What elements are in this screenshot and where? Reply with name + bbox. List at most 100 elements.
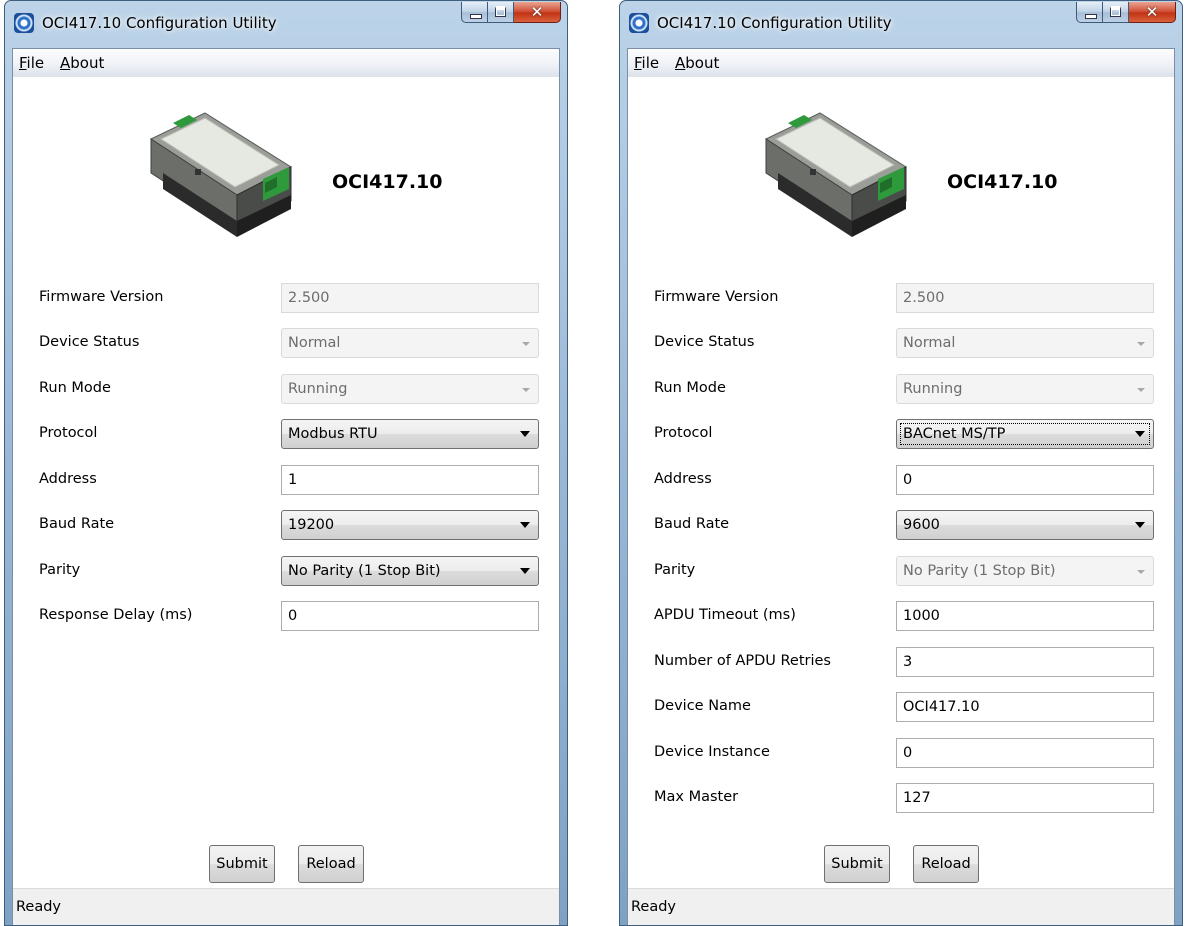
reload-button[interactable]: Reload	[298, 845, 364, 883]
device-image	[764, 112, 908, 237]
chevron-down-icon	[1135, 522, 1145, 528]
chevron-down-icon	[520, 431, 530, 437]
label-device-status: Device Status	[39, 334, 140, 350]
label-parity: Parity	[39, 562, 81, 578]
parity-value: No Parity (1 Stop Bit)	[903, 563, 1056, 579]
submit-button[interactable]: Submit	[824, 845, 890, 883]
menu-about[interactable]: About	[675, 54, 719, 72]
firmware-version-field: 2.500	[896, 283, 1154, 313]
label-device-name: Device Name	[654, 698, 751, 714]
label-address: Address	[39, 471, 97, 487]
close-icon: ✕	[530, 3, 544, 21]
window-title: OCI417.10 Configuration Utility	[42, 14, 277, 32]
baud-rate-select[interactable]: 9600	[896, 510, 1154, 540]
device-status-value: Normal	[903, 335, 956, 351]
client-area: File About OCI417.10 Firmware Version 2.…	[12, 48, 560, 925]
label-run-mode: Run Mode	[39, 380, 111, 396]
menu-about[interactable]: About	[60, 54, 104, 72]
label-run-mode: Run Mode	[654, 380, 726, 396]
submit-button[interactable]: Submit	[209, 845, 275, 883]
device-title: OCI417.10	[947, 171, 1058, 193]
reload-button[interactable]: Reload	[913, 845, 979, 883]
close-button[interactable]: ✕	[1129, 2, 1176, 23]
protocol-value: Modbus RTU	[288, 426, 378, 442]
config-window-modbus: OCI417.10 Configuration Utility ✕ File A…	[4, 0, 568, 926]
status-text: Ready	[16, 899, 62, 915]
baud-rate-select[interactable]: 19200	[281, 510, 539, 540]
client-area: File About OCI417.10 Firmware Version 2.…	[627, 48, 1175, 925]
label-baud-rate: Baud Rate	[39, 516, 115, 532]
protocol-value: BACnet MS/TP	[903, 426, 1006, 442]
menu-bar: File About	[628, 49, 1174, 77]
protocol-select[interactable]: Modbus RTU	[281, 419, 539, 449]
close-button[interactable]: ✕	[514, 2, 561, 23]
label-response-delay: Response Delay (ms)	[39, 607, 193, 623]
label-protocol: Protocol	[654, 425, 713, 441]
caption-buttons: ✕	[1076, 2, 1176, 24]
device-status-value: Normal	[288, 335, 341, 351]
title-bar[interactable]: OCI417.10 Configuration Utility ✕	[5, 1, 567, 47]
label-parity: Parity	[654, 562, 696, 578]
config-window-bacnet: OCI417.10 Configuration Utility ✕ File A…	[619, 0, 1183, 926]
status-bar: Ready	[628, 888, 1174, 925]
chevron-down-icon	[1137, 388, 1145, 392]
status-text: Ready	[631, 899, 677, 915]
chevron-down-icon	[1137, 342, 1145, 346]
device-status-select: Normal	[281, 328, 539, 358]
label-device-instance: Device Instance	[654, 744, 770, 760]
device-title: OCI417.10	[332, 171, 443, 193]
app-icon	[629, 13, 649, 33]
menu-file[interactable]: File	[19, 54, 44, 72]
label-baud-rate: Baud Rate	[654, 516, 730, 532]
menu-file[interactable]: File	[634, 54, 659, 72]
label-firmware-version: Firmware Version	[654, 289, 779, 305]
maximize-icon	[495, 6, 506, 17]
address-input[interactable]: 0	[896, 465, 1154, 495]
label-protocol: Protocol	[39, 425, 98, 441]
baud-rate-value: 19200	[288, 517, 335, 533]
parity-value: No Parity (1 Stop Bit)	[288, 563, 441, 579]
parity-select[interactable]: No Parity (1 Stop Bit)	[281, 556, 539, 586]
device-instance-input[interactable]: 0	[896, 738, 1154, 768]
label-max-master: Max Master	[654, 789, 739, 805]
title-bar[interactable]: OCI417.10 Configuration Utility ✕	[620, 1, 1182, 47]
baud-rate-value: 9600	[903, 517, 940, 533]
run-mode-select: Running	[896, 374, 1154, 404]
chevron-down-icon	[520, 522, 530, 528]
chevron-down-icon	[520, 568, 530, 574]
device-name-input[interactable]: OCI417.10	[896, 692, 1154, 722]
chevron-down-icon	[522, 388, 530, 392]
minimize-button[interactable]	[461, 2, 488, 23]
maximize-icon	[1110, 6, 1121, 17]
label-apdu-timeout: APDU Timeout (ms)	[654, 607, 796, 623]
close-icon: ✕	[1145, 3, 1159, 21]
device-status-select: Normal	[896, 328, 1154, 358]
apdu-retries-input[interactable]: 3	[896, 647, 1154, 677]
maximize-button[interactable]	[1103, 2, 1129, 23]
run-mode-select: Running	[281, 374, 539, 404]
parity-select: No Parity (1 Stop Bit)	[896, 556, 1154, 586]
run-mode-value: Running	[288, 381, 348, 397]
device-image	[149, 112, 293, 237]
max-master-input[interactable]: 127	[896, 783, 1154, 813]
label-address: Address	[654, 471, 712, 487]
protocol-select[interactable]: BACnet MS/TP	[896, 419, 1154, 449]
firmware-version-field: 2.500	[281, 283, 539, 313]
label-firmware-version: Firmware Version	[39, 289, 164, 305]
menu-bar: File About	[13, 49, 559, 77]
label-apdu-retries: Number of APDU Retries	[654, 653, 831, 669]
maximize-button[interactable]	[488, 2, 514, 23]
response-delay-input[interactable]: 0	[281, 601, 539, 631]
app-icon	[14, 13, 34, 33]
minimize-icon	[1085, 14, 1097, 19]
window-title: OCI417.10 Configuration Utility	[657, 14, 892, 32]
status-bar: Ready	[13, 888, 559, 925]
chevron-down-icon	[1135, 431, 1145, 437]
minimize-icon	[470, 14, 482, 19]
address-input[interactable]: 1	[281, 465, 539, 495]
apdu-timeout-input[interactable]: 1000	[896, 601, 1154, 631]
run-mode-value: Running	[903, 381, 963, 397]
minimize-button[interactable]	[1076, 2, 1103, 23]
caption-buttons: ✕	[461, 2, 561, 24]
chevron-down-icon	[522, 342, 530, 346]
